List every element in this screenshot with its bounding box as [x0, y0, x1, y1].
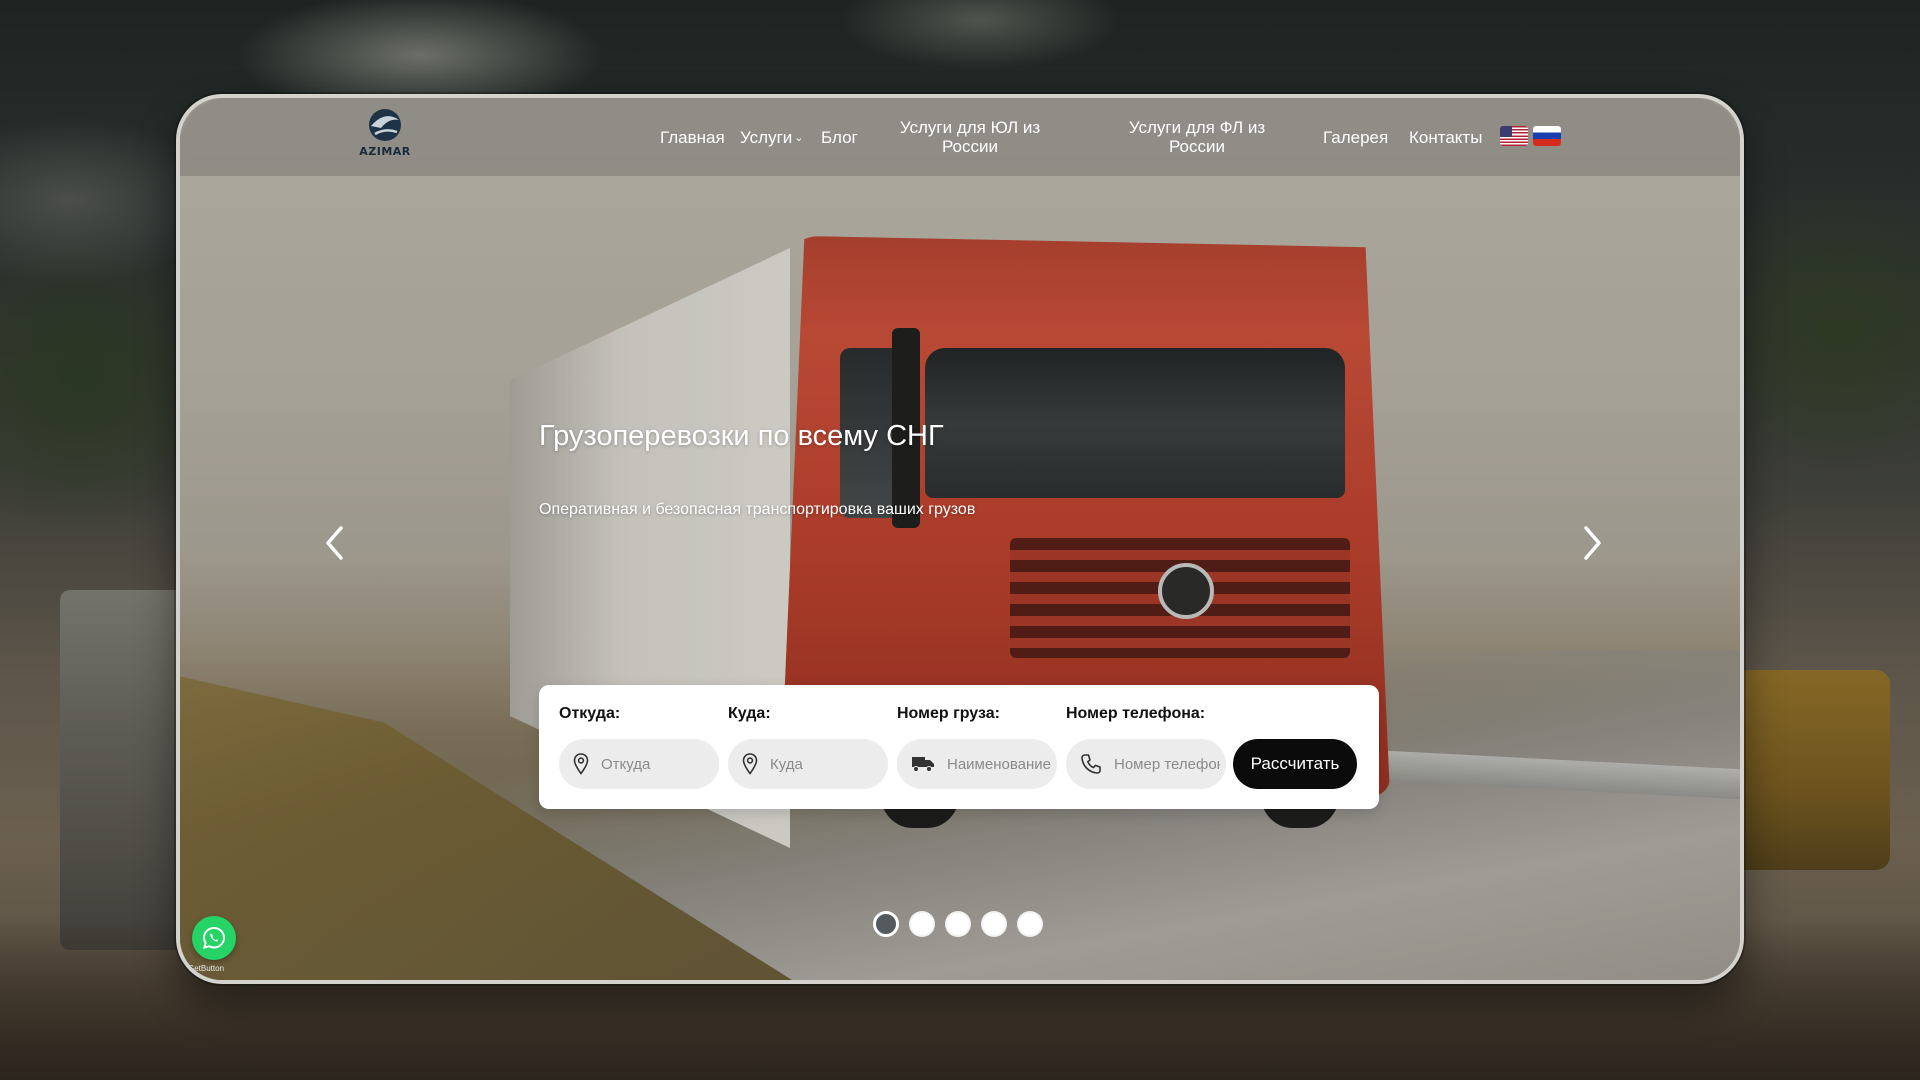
phone-input[interactable]	[1112, 754, 1222, 774]
nav-legal-services[interactable]: Услуги для ЮЛ из России	[890, 118, 1050, 156]
shipping-calculator-form: Откуда: Куда: Номер груза: Номер телефон…	[539, 685, 1379, 809]
nav-services-label: Услуги	[740, 128, 793, 147]
flag-us-icon[interactable]	[1500, 126, 1528, 146]
nav-individual-services[interactable]: Услуги для ФЛ из России	[1117, 118, 1277, 156]
site-window: AZIMAR Главная Услуги ⌄ Блог Услуги для Ю…	[176, 94, 1744, 984]
chevron-right-icon	[1584, 526, 1601, 560]
nav-services[interactable]: Услуги ⌄	[740, 128, 804, 148]
slider-dot-5[interactable]	[1017, 911, 1043, 937]
cargo-field[interactable]	[897, 739, 1057, 789]
cargo-input[interactable]	[945, 754, 1055, 774]
calculate-button[interactable]: Рассчитать	[1233, 739, 1357, 789]
phone-icon	[1081, 754, 1101, 774]
site-header: AZIMAR Главная Услуги ⌄ Блог Услуги для Ю…	[180, 98, 1740, 176]
nav-home[interactable]: Главная	[660, 128, 725, 147]
slider-dot-3[interactable]	[945, 911, 971, 937]
hero-overlay	[180, 98, 1740, 980]
background-truck-right	[1740, 670, 1890, 870]
location-pin-icon	[573, 753, 589, 775]
whatsapp-icon	[202, 926, 226, 949]
from-field[interactable]	[559, 739, 719, 789]
flag-ru-icon[interactable]	[1533, 126, 1561, 146]
getbutton-caption: GetButton	[188, 964, 225, 973]
slider-prev-button[interactable]	[320, 523, 350, 563]
slider-dot-1[interactable]	[873, 911, 899, 937]
whatsapp-button[interactable]	[192, 916, 236, 960]
slider-next-button[interactable]	[1577, 523, 1607, 563]
from-label: Откуда:	[559, 705, 621, 722]
to-label: Куда:	[728, 705, 771, 722]
hero-image	[180, 98, 1740, 980]
location-pin-icon	[742, 753, 758, 775]
nav-blog[interactable]: Блог	[821, 128, 858, 147]
slider-dot-4[interactable]	[981, 911, 1007, 937]
phone-field[interactable]	[1066, 739, 1226, 789]
from-input[interactable]	[599, 754, 709, 774]
to-field[interactable]	[728, 739, 888, 789]
hero-subtitle: Оперативная и безопасная транспортировка…	[539, 501, 976, 518]
nav-gallery[interactable]: Галерея	[1323, 128, 1388, 147]
slider-dot-2[interactable]	[909, 911, 935, 937]
cargo-label: Номер груза:	[897, 705, 1000, 722]
hero-title: Грузоперевозки по всему СНГ	[539, 420, 944, 452]
chevron-down-icon: ⌄	[794, 132, 804, 144]
truck-icon	[912, 757, 934, 772]
chevron-left-icon	[326, 526, 343, 560]
nav-contacts[interactable]: Контакты	[1409, 128, 1482, 147]
phone-label: Номер телефона:	[1066, 705, 1206, 722]
to-input[interactable]	[768, 754, 878, 774]
